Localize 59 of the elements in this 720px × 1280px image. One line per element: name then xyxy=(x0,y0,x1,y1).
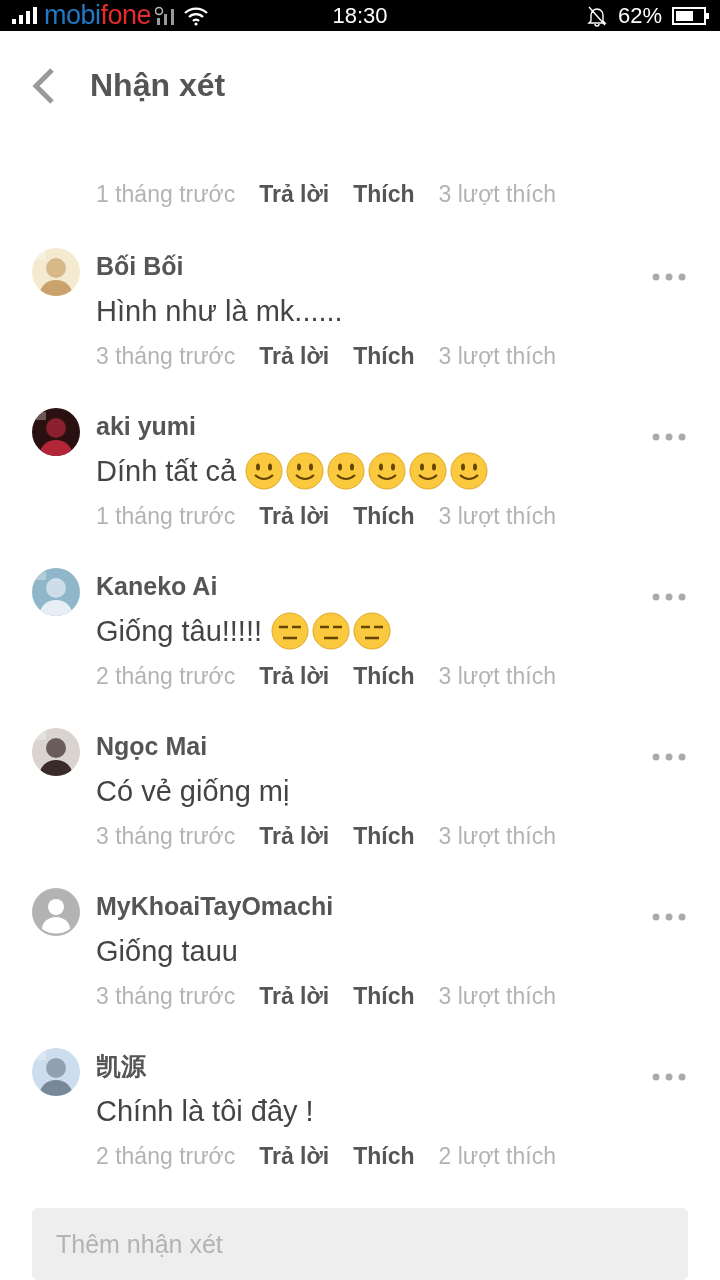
carrier-logo: mobifone xyxy=(44,0,152,31)
avatar-icon xyxy=(32,888,80,936)
comment-text: Có vẻ giống mị xyxy=(96,774,290,808)
like-count: 3 lượt thích xyxy=(438,822,556,850)
like-count: 3 lượt thích xyxy=(438,180,556,208)
expressionless-face-icon xyxy=(353,612,392,650)
like-link[interactable]: Thích xyxy=(353,1142,415,1170)
reply-link[interactable]: Trả lời xyxy=(259,342,330,370)
like-link[interactable]: Thích xyxy=(353,822,415,850)
like-count: 3 lượt thích xyxy=(438,662,556,690)
like-link[interactable]: Thích xyxy=(353,502,415,530)
user-name[interactable]: 凯源 xyxy=(96,1049,146,1083)
comment-time: 3 tháng trước xyxy=(96,982,236,1010)
comment-input[interactable]: Thêm nhận xét xyxy=(32,1208,688,1280)
comment-time: 2 tháng trước xyxy=(96,1142,236,1170)
smiley-icon xyxy=(327,452,366,490)
like-link[interactable]: Thích xyxy=(353,180,415,208)
smiley-icon xyxy=(409,452,448,490)
like-link[interactable]: Thích xyxy=(353,662,415,690)
battery-icon xyxy=(672,5,710,26)
comment-text: Giống tâu!!!!! xyxy=(96,614,263,648)
comment-time: 2 tháng trước xyxy=(96,662,236,690)
user-name[interactable]: aki yumi xyxy=(96,411,197,441)
reply-link[interactable]: Trả lời xyxy=(259,982,330,1010)
smiley-icon xyxy=(368,452,407,490)
like-link[interactable]: Thích xyxy=(353,342,415,370)
comment-time: 3 tháng trước xyxy=(96,342,236,370)
like-count: 3 lượt thích xyxy=(438,982,556,1010)
comment-text: Hình như là mk...... xyxy=(96,294,343,328)
like-count: 3 lượt thích xyxy=(438,342,556,370)
wifi-icon xyxy=(183,5,210,26)
reply-link[interactable]: Trả lời xyxy=(259,662,330,690)
bell-off-icon xyxy=(585,4,608,27)
smiley-icon xyxy=(286,452,325,490)
smiley-icon xyxy=(450,452,489,490)
clock: 18:30 xyxy=(331,2,389,29)
signal-icon xyxy=(10,6,40,25)
expressionless-face-icon xyxy=(271,612,310,650)
battery-percent: 62% xyxy=(617,2,662,29)
user-name[interactable]: MyKhoaiTayOmachi xyxy=(96,891,334,921)
like-count: 3 lượt thích xyxy=(438,502,556,530)
comment-text: Giống tauu xyxy=(96,934,238,968)
user-name[interactable]: Kaneko Ai xyxy=(96,571,218,601)
comment-text: Dính tất cả xyxy=(96,454,237,488)
like-count: 2 lượt thích xyxy=(438,1142,556,1170)
comment-time: 1 tháng trước xyxy=(96,502,236,530)
reply-link[interactable]: Trả lời xyxy=(259,1142,330,1170)
reply-link[interactable]: Trả lời xyxy=(259,822,330,850)
user-name[interactable]: Bối Bối xyxy=(96,251,184,281)
like-link[interactable]: Thích xyxy=(353,982,415,1010)
user-name[interactable]: Ngọc Mai xyxy=(96,731,208,761)
page-title: Nhận xét xyxy=(90,67,226,104)
expressionless-face-icon xyxy=(312,612,351,650)
smiley-icon xyxy=(245,452,284,490)
comment-text: Chính là tôi đây ! xyxy=(96,1094,314,1128)
reply-link[interactable]: Trả lời xyxy=(259,180,330,208)
comment-time: 1 tháng trước xyxy=(96,180,236,208)
reply-link[interactable]: Trả lời xyxy=(259,502,330,530)
comment-time: 3 tháng trước xyxy=(96,822,236,850)
